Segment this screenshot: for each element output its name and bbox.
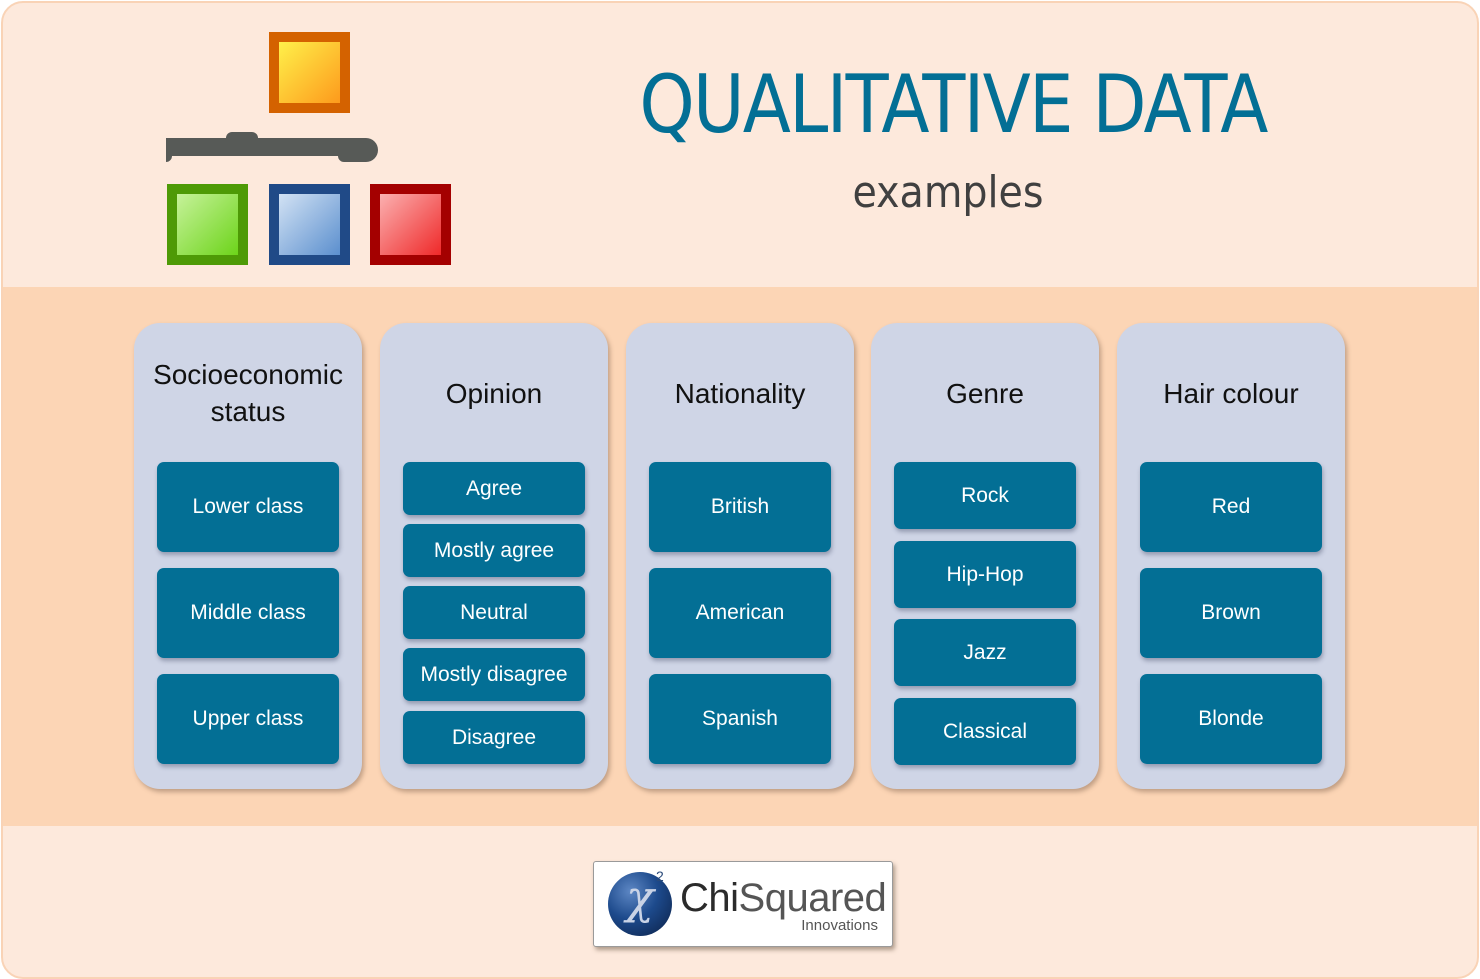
- logo-name-chi: Chi: [680, 876, 739, 920]
- category-item: Classical: [894, 698, 1076, 765]
- category-column-nationality: Nationality British American Spanish: [626, 323, 854, 789]
- category-item: Jazz: [894, 619, 1076, 686]
- heading-line: Socioeconomic: [153, 359, 343, 390]
- chi-symbol: χ: [626, 870, 654, 924]
- logo-tagline: Innovations: [801, 917, 878, 934]
- logo-wordmark: ChiSquared: [680, 876, 887, 920]
- category-item: Mostly disagree: [403, 648, 585, 701]
- chi-superscript: 2: [656, 868, 664, 884]
- column-heading: Nationality: [674, 378, 806, 409]
- column-heading: Hair colour: [1163, 378, 1299, 409]
- category-item: Brown: [1140, 568, 1322, 658]
- column-heading: Genre: [946, 378, 1024, 409]
- infographic-frame: QUALITATIVE DATA examples Socioeconomic …: [1, 1, 1479, 979]
- category-column-socioeconomic-status: Socioeconomic status Lower class Middle …: [134, 323, 362, 789]
- category-column-hair-colour: Hair colour Red Brown Blonde: [1117, 323, 1345, 789]
- category-item: Neutral: [403, 586, 585, 639]
- category-item: Disagree: [403, 711, 585, 764]
- logo-name-squared: Squared: [738, 876, 887, 920]
- page-subtitle: examples: [852, 167, 1044, 218]
- category-item: Lower class: [157, 462, 339, 552]
- column-heading: Socioeconomic status: [134, 356, 362, 430]
- category-item: Rock: [894, 462, 1076, 529]
- category-column-genre: Genre Rock Hip-Hop Jazz Classical: [871, 323, 1099, 789]
- category-item: Agree: [403, 462, 585, 515]
- category-item: Spanish: [649, 674, 831, 764]
- connector-icon: [166, 132, 378, 162]
- heading-line: status: [210, 396, 286, 427]
- category-item: Mostly agree: [403, 524, 585, 577]
- category-item: Blonde: [1140, 674, 1322, 764]
- category-item: Red: [1140, 462, 1322, 552]
- category-item: Middle class: [157, 568, 339, 658]
- category-item: American: [649, 568, 831, 658]
- column-heading: Opinion: [445, 378, 543, 409]
- category-item: British: [649, 462, 831, 552]
- chisquared-logo: χ 2 ChiSquared Innovations: [593, 861, 893, 947]
- hierarchy-diagram-icon: [166, 32, 451, 265]
- category-item: Hip-Hop: [894, 541, 1076, 608]
- category-item: Upper class: [157, 674, 339, 764]
- page-title: QUALITATIVE DATA: [639, 58, 1268, 151]
- category-column-opinion: Opinion Agree Mostly agree Neutral Mostl…: [380, 323, 608, 789]
